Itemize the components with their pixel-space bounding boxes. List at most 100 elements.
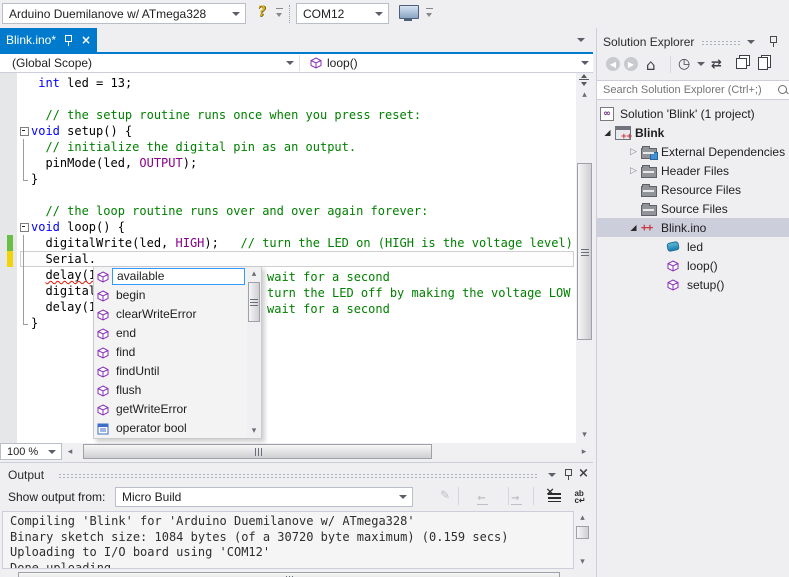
popup-scrollbar[interactable]: ▴ ▾ xyxy=(247,267,261,438)
scrollbar-thumb[interactable] xyxy=(18,572,560,577)
intellisense-item[interactable]: end xyxy=(94,324,261,343)
scroll-up-icon[interactable]: ▴ xyxy=(576,88,593,101)
tree-item-solution-blink-1-project[interactable]: ∞Solution 'Blink' (1 project) xyxy=(597,104,789,123)
fold-line-marker[interactable] xyxy=(20,139,31,155)
fold-spacer[interactable] xyxy=(20,187,31,203)
close-icon[interactable]: × xyxy=(81,33,91,47)
intellisense-item[interactable]: clearWriteError xyxy=(94,305,261,324)
back-icon[interactable]: ◀ xyxy=(606,57,620,71)
editor-split-handle[interactable] xyxy=(576,73,593,87)
intellisense-list[interactable]: available begin clearWriteError end find… xyxy=(94,267,261,438)
code-line[interactable]: } xyxy=(20,171,574,187)
scroll-down-icon[interactable]: ▾ xyxy=(247,425,261,437)
help-button[interactable]: ? xyxy=(253,3,271,24)
tree-item-blink[interactable]: ◢Blink xyxy=(597,123,789,142)
tab-list-chevron-icon[interactable] xyxy=(577,38,585,42)
close-icon[interactable]: × xyxy=(578,466,589,481)
scrollbar-thumb[interactable] xyxy=(576,526,589,539)
pin-icon[interactable] xyxy=(769,35,778,47)
fold-line-marker[interactable] xyxy=(20,299,31,315)
search-input[interactable] xyxy=(597,80,789,100)
home-icon[interactable]: ⌂ xyxy=(646,56,656,74)
intellisense-item[interactable]: flush xyxy=(94,381,261,400)
code-line[interactable]: // initialize the digital pin as an outp… xyxy=(20,139,574,155)
code-line[interactable]: pinMode(led, OUTPUT); xyxy=(20,155,574,171)
scroll-left-icon[interactable]: ◂ xyxy=(2,572,14,577)
tree-item-blink-ino[interactable]: ◢++Blink.ino xyxy=(597,218,789,237)
panel-menu-chevron-icon[interactable] xyxy=(548,473,556,477)
toolbar-overflow-icon[interactable] xyxy=(425,7,435,21)
fold-box-marker[interactable] xyxy=(20,123,31,139)
serial-monitor-icon[interactable] xyxy=(399,5,419,19)
panel-drag-texture[interactable] xyxy=(58,473,538,479)
scrollbar-thumb[interactable] xyxy=(83,444,432,459)
scroll-down-icon[interactable]: ▾ xyxy=(574,556,591,568)
code-line[interactable]: int led = 13; xyxy=(20,75,574,91)
zoom-select[interactable]: 100 % xyxy=(0,443,62,460)
output-vertical-scrollbar[interactable]: ▴ ▾ xyxy=(574,511,591,569)
scroll-right-icon[interactable]: ▸ xyxy=(562,572,574,577)
fold-line-marker[interactable] xyxy=(20,283,31,299)
code-line[interactable]: // the setup routine runs once when you … xyxy=(20,107,574,123)
pending-changes-filter-icon[interactable]: ◷ xyxy=(678,56,690,72)
code-line[interactable] xyxy=(20,91,574,107)
scope-dropdown[interactable]: (Global Scope) xyxy=(0,54,298,72)
scroll-left-icon[interactable]: ◂ xyxy=(64,443,76,460)
scrollbar-thumb[interactable] xyxy=(248,282,260,322)
intellisense-item[interactable]: available xyxy=(94,267,261,286)
code-line[interactable]: void setup() { xyxy=(20,123,574,139)
fold-spacer[interactable] xyxy=(20,107,31,123)
fold-end-marker[interactable] xyxy=(20,171,31,187)
fold-end-marker[interactable] xyxy=(20,315,31,331)
tree-item-setup[interactable]: setup() xyxy=(597,275,789,294)
fold-line-marker[interactable] xyxy=(20,155,31,171)
find-message-icon[interactable]: ✎ xyxy=(440,488,450,502)
search-icon[interactable] xyxy=(778,85,787,94)
previous-message-icon[interactable]: ← xyxy=(477,493,485,504)
intellisense-item[interactable]: getWriteError xyxy=(94,400,261,419)
fold-spacer[interactable] xyxy=(20,75,31,91)
collapsed-arrow-icon[interactable]: ▷ xyxy=(626,165,641,176)
intellisense-item[interactable]: operator bool xyxy=(94,419,261,438)
intellisense-item[interactable]: find xyxy=(94,343,261,362)
scroll-up-icon[interactable]: ▴ xyxy=(574,512,591,524)
scrollbar-thumb[interactable] xyxy=(577,163,592,340)
scroll-down-icon[interactable]: ▾ xyxy=(576,428,593,441)
code-line[interactable]: // the loop routine runs over and over a… xyxy=(20,203,574,219)
collapsed-arrow-icon[interactable]: ▷ xyxy=(626,146,641,157)
fold-box-marker[interactable] xyxy=(20,219,31,235)
tab-blink-ino[interactable]: Blink.ino* × xyxy=(0,28,97,52)
tree-item-resource-files[interactable]: Resource Files xyxy=(597,180,789,199)
fold-line-marker[interactable] xyxy=(20,267,31,283)
code-line[interactable]: void loop() { xyxy=(20,219,574,235)
pin-icon[interactable] xyxy=(64,34,73,46)
scroll-right-icon[interactable]: ▸ xyxy=(578,443,590,460)
expanded-arrow-icon[interactable]: ◢ xyxy=(600,128,615,137)
tree-item-header-files[interactable]: ▷Header Files xyxy=(597,161,789,180)
code-editor[interactable]: int led = 13; // the setup routine runs … xyxy=(0,73,593,443)
output-text-area[interactable]: Compiling 'Blink' for 'Arduino Duemilano… xyxy=(2,511,574,569)
pin-icon[interactable] xyxy=(564,468,573,480)
intellisense-item[interactable]: findUntil xyxy=(94,362,261,381)
output-horizontal-scrollbar[interactable]: ◂ ▸ xyxy=(2,570,574,577)
member-dropdown[interactable]: loop() xyxy=(300,54,593,72)
port-select[interactable]: COM12 xyxy=(296,3,389,24)
editor-vertical-scrollbar[interactable]: ▴ ▾ xyxy=(576,73,593,443)
forward-icon[interactable]: ▶ xyxy=(624,57,638,71)
tree-item-external-dependencies[interactable]: ▷External Dependencies xyxy=(597,142,789,161)
output-source-select[interactable]: Micro Build xyxy=(115,487,413,507)
tree-item-loop[interactable]: loop() xyxy=(597,256,789,275)
panel-menu-chevron-icon[interactable] xyxy=(747,40,755,44)
fold-line-marker[interactable] xyxy=(20,251,31,267)
fold-spacer[interactable] xyxy=(20,203,31,219)
board-select[interactable]: Arduino Duemilanove w/ ATmega328 xyxy=(2,3,246,24)
editor-horizontal-scrollbar[interactable]: ◂ ▸ xyxy=(64,443,593,460)
fold-line-marker[interactable] xyxy=(20,235,31,251)
code-line[interactable] xyxy=(20,187,574,203)
code-line[interactable]: digitalWrite(led, HIGH); // turn the LED… xyxy=(20,235,574,251)
expanded-arrow-icon[interactable]: ◢ xyxy=(626,223,641,232)
show-all-files-icon[interactable] xyxy=(758,57,768,74)
panel-drag-texture[interactable] xyxy=(701,40,741,46)
toolbar-overflow-icon[interactable] xyxy=(275,7,285,21)
code-line[interactable]: Serial. xyxy=(20,251,574,267)
